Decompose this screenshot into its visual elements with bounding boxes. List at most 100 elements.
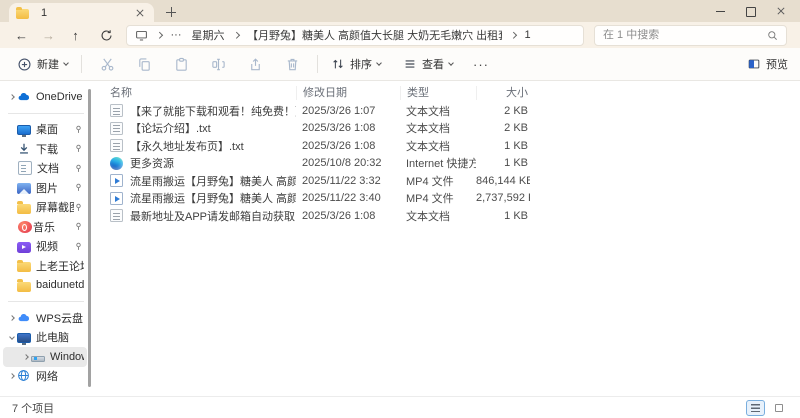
sidebar-item-downloads[interactable]: 下载 [3, 139, 87, 159]
sidebar-item-label: 屏幕截图 [36, 202, 74, 215]
share-button[interactable] [244, 53, 266, 75]
preview-icon [748, 59, 760, 69]
file-name: 【永久地址发布页】.txt [130, 140, 244, 153]
breadcrumb[interactable]: ··· 星期六 【月野兔】糖美人 高颜值大长腿 大奶无毛嫩穴 出租套房 1 [126, 24, 584, 46]
breadcrumb-item[interactable]: 星期六 [192, 27, 225, 43]
search-box[interactable] [594, 24, 787, 46]
search-input[interactable] [603, 29, 767, 41]
sidebar-item-this-pc[interactable]: 此电脑 [3, 328, 87, 348]
search-icon [768, 30, 777, 40]
table-row[interactable]: 【来了就能下载和观看！纯免费！】.txt 2025/3/26 1:07 文本文档… [104, 102, 800, 120]
view-icon [405, 60, 415, 68]
chevron-down-icon [6, 334, 17, 341]
minimize-button[interactable] [706, 0, 736, 22]
column-header-date[interactable]: 修改日期 [296, 85, 400, 100]
tab-close-icon[interactable] [133, 6, 147, 20]
back-button[interactable]: ← [8, 24, 35, 46]
network-icon [17, 369, 31, 383]
chevron-right-icon [232, 31, 239, 39]
sidebar-item-pictures[interactable]: 图片 [3, 178, 87, 198]
new-tab-button[interactable] [163, 4, 179, 20]
tab-bar: 1 [0, 0, 800, 22]
sidebar-item-network[interactable]: 网络 [3, 367, 87, 387]
table-row[interactable]: 【论坛介绍】.txt 2025/3/26 1:08 文本文档 2 KB [104, 120, 800, 138]
view-button[interactable]: 查看 [398, 52, 458, 76]
main-content: OneDrive 桌面 下载 文档 图片 屏幕截 音乐 视频 上老王论 baid… [0, 81, 800, 396]
paste-button[interactable] [170, 53, 192, 75]
close-button[interactable] [766, 0, 796, 22]
sidebar-scrollbar[interactable] [88, 89, 91, 387]
pictures-icon [17, 183, 31, 194]
sidebar-item-windows-ssd[interactable]: Windows-SSD [3, 347, 87, 367]
sidebar-item-folder[interactable]: 上老王论坛当老王 [3, 256, 87, 276]
tab-folder-1[interactable]: 1 [9, 3, 154, 22]
icons-view-button[interactable] [769, 400, 788, 416]
cut-button[interactable] [96, 53, 118, 75]
pin-icon [74, 125, 84, 134]
preview-label: 预览 [766, 59, 788, 71]
pin-icon [74, 242, 84, 251]
pin-icon [74, 164, 84, 173]
file-type: Internet 快捷方式 [406, 158, 476, 171]
refresh-icon [101, 29, 112, 40]
view-label: 查看 [422, 59, 444, 71]
new-button[interactable]: 新建 [12, 52, 73, 76]
chevron-right-icon [6, 93, 17, 100]
maximize-button[interactable] [736, 0, 766, 22]
sidebar-item-label: 网络 [36, 371, 58, 384]
video-file-icon [110, 174, 123, 188]
column-header-name[interactable]: 名称 [104, 86, 296, 100]
sort-button[interactable]: 排序 [326, 52, 386, 76]
file-name: 流星雨搬运【月野兔】糖美人 高颜值大长腿 大... [130, 175, 296, 188]
delete-button[interactable] [281, 53, 303, 75]
column-header-type[interactable]: 类型 [400, 85, 476, 100]
new-label: 新建 [37, 59, 59, 71]
copy-button[interactable] [133, 53, 155, 75]
music-icon [18, 220, 32, 233]
details-view-button[interactable] [746, 399, 765, 416]
breadcrumb-item[interactable]: 【月野兔】糖美人 高颜值大长腿 大奶无毛嫩穴 出租套房 [247, 27, 502, 43]
sidebar-item-label: 下载 [36, 143, 58, 156]
text-file-icon [110, 209, 123, 223]
sidebar-item-wps-cloud[interactable]: WPS云盘 [3, 308, 87, 328]
sidebar-item-videos[interactable]: 视频 [3, 237, 87, 257]
table-row[interactable]: 最新地址及APP请发邮箱自动获取！！！.txt 2025/3/26 1:08 文… [104, 207, 800, 225]
table-row[interactable]: 【永久地址发布页】.txt 2025/3/26 1:08 文本文档 1 KB [104, 137, 800, 155]
file-name: 流星雨搬运【月野兔】糖美人 高颜值大长腿 大... [130, 193, 296, 206]
sidebar-item-screenshots[interactable]: 屏幕截图 [3, 198, 87, 218]
sidebar-item-desktop[interactable]: 桌面 [3, 120, 87, 140]
preview-button[interactable]: 预览 [747, 56, 788, 72]
table-row[interactable]: 流星雨搬运【月野兔】糖美人 高颜值大长腿 大... 2025/11/22 3:4… [104, 190, 800, 208]
file-date: 2025/11/22 3:32 [302, 174, 381, 187]
up-button[interactable]: ↑ [62, 24, 89, 46]
breadcrumb-overflow[interactable]: ··· [171, 29, 182, 41]
file-name: 【论坛介绍】.txt [130, 123, 211, 136]
navigation-pane: OneDrive 桌面 下载 文档 图片 屏幕截 音乐 视频 上老王论 baid… [0, 81, 92, 396]
file-date: 2025/3/26 1:08 [302, 209, 376, 222]
rename-button[interactable] [207, 53, 229, 75]
sidebar-item-music[interactable]: 音乐 [3, 217, 87, 237]
chevron-right-icon [20, 353, 31, 360]
more-button[interactable]: ··· [468, 52, 494, 76]
chevron-right-icon [510, 31, 517, 39]
address-bar: ← → ↑ ··· 星期六 【月野兔】糖美人 高颜值大长腿 大奶无毛嫩穴 出租套… [0, 22, 800, 48]
forward-button[interactable]: → [35, 24, 62, 46]
sidebar-item-documents[interactable]: 文档 [3, 159, 87, 179]
copy-icon [138, 57, 150, 71]
refresh-button[interactable] [93, 24, 120, 46]
file-type: MP4 文件 [406, 193, 454, 206]
sidebar-item-folder[interactable]: baidunetdiskdownload [3, 276, 87, 296]
drive-icon [31, 355, 45, 362]
items-count: 7 个项目 [12, 402, 55, 415]
column-header-size[interactable]: 大小 [476, 85, 530, 100]
table-row[interactable]: 更多资源 2025/10/8 20:32 Internet 快捷方式 1 KB [104, 155, 800, 173]
text-file-icon [110, 121, 123, 135]
sidebar-item-onedrive[interactable]: OneDrive [3, 87, 87, 107]
folder-icon [17, 201, 31, 214]
table-row[interactable]: 流星雨搬运【月野兔】糖美人 高颜值大长腿 大... 2025/11/22 3:3… [104, 172, 800, 190]
onedrive-cloud-icon [17, 90, 31, 104]
breadcrumb-item[interactable]: 1 [525, 29, 531, 41]
file-type: 文本文档 [406, 210, 450, 223]
text-file-icon [110, 104, 123, 118]
file-list: 名称 修改日期 类型 大小 【来了就能下载和观看！纯免费！】.txt 2025/… [92, 81, 800, 396]
